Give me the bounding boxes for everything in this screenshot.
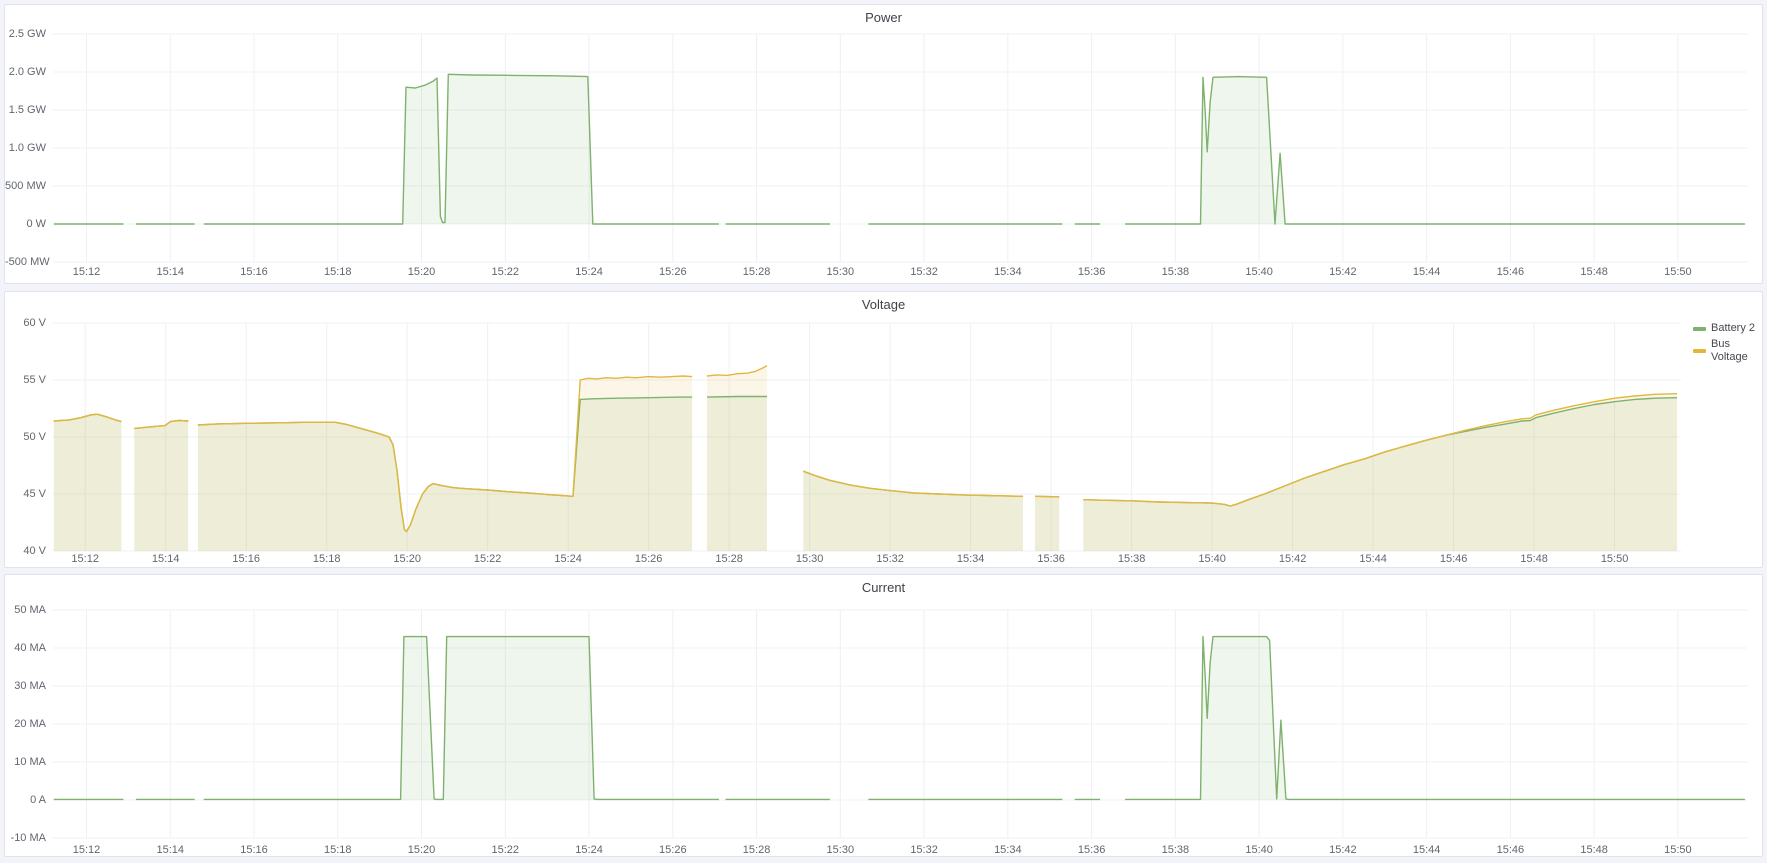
x-tick-label: 15:30 <box>818 844 862 856</box>
x-tick-label: 15:22 <box>483 844 527 856</box>
x-tick-label: 15:24 <box>567 844 611 856</box>
x-tick-label: 15:24 <box>567 266 611 278</box>
x-tick-label: 15:36 <box>1029 553 1073 565</box>
x-tick-label: 15:40 <box>1237 844 1281 856</box>
x-tick-label: 15:38 <box>1153 266 1197 278</box>
y-tick-label: 50 V <box>5 431 46 443</box>
x-tick-label: 15:14 <box>148 266 192 278</box>
x-tick-label: 15:38 <box>1110 553 1154 565</box>
x-tick-label: 15:42 <box>1321 266 1365 278</box>
x-tick-label: 15:44 <box>1405 844 1449 856</box>
x-tick-label: 15:22 <box>466 553 510 565</box>
x-tick-label: 15:28 <box>735 266 779 278</box>
x-tick-label: 15:30 <box>818 266 862 278</box>
x-tick-label: 15:34 <box>986 266 1030 278</box>
x-tick-label: 15:14 <box>144 553 188 565</box>
x-tick-label: 15:36 <box>1070 266 1114 278</box>
voltage-chart[interactable] <box>5 292 1762 567</box>
power-chart[interactable] <box>5 5 1762 283</box>
x-tick-label: 15:46 <box>1488 844 1532 856</box>
x-tick-label: 15:46 <box>1488 266 1532 278</box>
bus-voltage-series-swatch-icon <box>1693 349 1706 353</box>
x-tick-label: 15:44 <box>1405 266 1449 278</box>
x-tick-label: 15:26 <box>651 844 695 856</box>
y-tick-label: 0 A <box>5 794 46 806</box>
x-tick-label: 15:24 <box>546 553 590 565</box>
legend-item-battery-2[interactable]: Battery 2 <box>1693 322 1762 335</box>
x-tick-label: 15:32 <box>902 266 946 278</box>
x-tick-label: 15:16 <box>232 266 276 278</box>
x-tick-label: 15:18 <box>316 266 360 278</box>
x-tick-label: 15:16 <box>232 844 276 856</box>
x-tick-label: 15:34 <box>986 844 1030 856</box>
y-tick-label: 40 MA <box>5 642 46 654</box>
y-tick-label: 1.5 GW <box>5 104 46 116</box>
dashboard: { "colors": { "page_bg": "#f2f4f9", "pan… <box>0 0 1767 863</box>
x-tick-label: 15:34 <box>949 553 993 565</box>
x-tick-label: 15:40 <box>1237 266 1281 278</box>
legend-label-battery-2: Battery 2 <box>1711 322 1755 335</box>
y-tick-label: 0 W <box>5 218 46 230</box>
x-tick-label: 15:32 <box>902 844 946 856</box>
y-tick-label: 60 V <box>5 317 46 329</box>
x-tick-label: 15:48 <box>1572 844 1616 856</box>
y-tick-label: 55 V <box>5 374 46 386</box>
x-tick-label: 15:42 <box>1321 844 1365 856</box>
y-tick-label: 30 MA <box>5 680 46 692</box>
y-tick-label: 45 V <box>5 488 46 500</box>
x-tick-label: 15:12 <box>65 266 109 278</box>
voltage-legend: Battery 2 Bus Voltage <box>1693 322 1762 364</box>
x-tick-label: 15:26 <box>651 266 695 278</box>
x-tick-label: 15:20 <box>400 844 444 856</box>
x-tick-label: 15:48 <box>1572 266 1616 278</box>
y-tick-label: 2.5 GW <box>5 28 46 40</box>
x-tick-label: 15:20 <box>385 553 429 565</box>
x-tick-label: 15:50 <box>1656 844 1700 856</box>
x-tick-label: 15:40 <box>1190 553 1234 565</box>
y-tick-label: 2.0 GW <box>5 66 46 78</box>
x-tick-label: 15:16 <box>224 553 268 565</box>
x-tick-label: 15:12 <box>65 844 109 856</box>
x-tick-label: 15:30 <box>788 553 832 565</box>
panel-current: Current 50 MA40 MA30 MA20 MA10 MA0 A-10 … <box>4 574 1763 857</box>
x-tick-label: 15:42 <box>1271 553 1315 565</box>
x-tick-label: 15:28 <box>735 844 779 856</box>
legend-item-bus-voltage[interactable]: Bus Voltage <box>1693 338 1762 364</box>
x-tick-label: 15:14 <box>148 844 192 856</box>
legend-label-bus-voltage: Bus Voltage <box>1711 338 1762 364</box>
x-tick-label: 15:36 <box>1070 844 1114 856</box>
panel-voltage: Voltage Battery 2 Bus Voltage 60 V55 V50… <box>4 291 1763 568</box>
y-tick-label: 1.0 GW <box>5 142 46 154</box>
y-tick-label: 10 MA <box>5 756 46 768</box>
y-tick-label: -10 MA <box>5 832 46 844</box>
y-tick-label: 40 V <box>5 545 46 557</box>
y-tick-label: -500 MW <box>5 256 46 268</box>
x-tick-label: 15:18 <box>305 553 349 565</box>
panel-power: Power 2.5 GW2.0 GW1.5 GW1.0 GW500 MW0 W-… <box>4 4 1763 284</box>
x-tick-label: 15:20 <box>400 266 444 278</box>
x-tick-label: 15:44 <box>1351 553 1395 565</box>
x-tick-label: 15:12 <box>63 553 107 565</box>
current-chart[interactable] <box>5 575 1762 856</box>
x-tick-label: 15:32 <box>868 553 912 565</box>
x-tick-label: 15:28 <box>707 553 751 565</box>
battery-2-series-swatch-icon <box>1693 327 1706 331</box>
y-tick-label: 20 MA <box>5 718 46 730</box>
x-tick-label: 15:50 <box>1593 553 1637 565</box>
x-tick-label: 15:38 <box>1153 844 1197 856</box>
y-tick-label: 500 MW <box>5 180 46 192</box>
x-tick-label: 15:46 <box>1432 553 1476 565</box>
x-tick-label: 15:22 <box>483 266 527 278</box>
x-tick-label: 15:18 <box>316 844 360 856</box>
x-tick-label: 15:26 <box>627 553 671 565</box>
y-tick-label: 50 MA <box>5 604 46 616</box>
x-tick-label: 15:50 <box>1656 266 1700 278</box>
x-tick-label: 15:48 <box>1512 553 1556 565</box>
